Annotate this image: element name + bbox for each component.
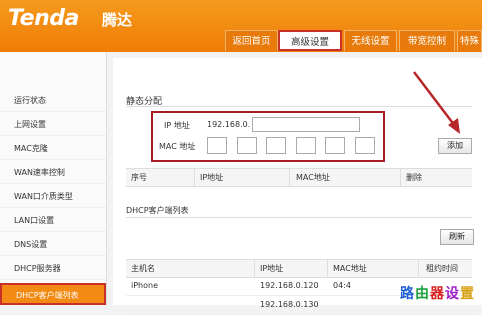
divider (126, 217, 472, 218)
tab-bandwidth-control[interactable]: 带宽控制 (399, 30, 455, 51)
col-hostname: 主机名 (131, 264, 155, 273)
add-button[interactable]: 添加 (438, 138, 472, 154)
brand-name-cn: 腾达 (102, 11, 133, 29)
ip-last-octet-input[interactable] (252, 117, 360, 132)
client-table-header: 主机名 IP地址 MAC地址 租约时间 (126, 259, 472, 278)
sidebar-item-mac-clone[interactable]: MAC克隆 (0, 138, 106, 160)
tab-advanced-settings[interactable]: 高级设置 (278, 30, 342, 51)
col-divider (289, 169, 290, 186)
tenda-logo: Tenda (8, 6, 79, 31)
watermark-char: 由 (415, 286, 429, 302)
row-ip: 192.168.0.130 (260, 300, 319, 309)
mac-octet-5-input[interactable] (325, 137, 345, 154)
client-list-title: DHCP客户端列表 (126, 206, 189, 215)
col-mac: MAC地址 (296, 173, 330, 182)
col-divider (194, 169, 195, 186)
mac-octet-6-input[interactable] (355, 137, 375, 154)
mac-octet-4-input[interactable] (296, 137, 316, 154)
sidebar-item-dhcp-server[interactable]: DHCP服务器 (0, 258, 106, 280)
col-ip: IP地址 (260, 264, 284, 273)
col-divider (418, 260, 419, 277)
sidebar-item-status[interactable]: 运行状态 (0, 90, 106, 112)
static-table-header: 序号 IP地址 MAC地址 删除 (126, 168, 472, 187)
col-mac: MAC地址 (333, 264, 367, 273)
tab-special[interactable]: 特殊 (457, 30, 482, 51)
sidebar-item-wan-settings[interactable]: 上网设置 (0, 114, 106, 136)
col-divider (327, 260, 328, 277)
ip-address-label: IP 地址 (164, 121, 190, 130)
sidebar-item-wan-speed[interactable]: WAN速率控制 (0, 162, 106, 184)
ip-prefix: 192.168.0. (207, 120, 251, 129)
row-hostname: iPhone (131, 281, 159, 290)
col-lease: 租约时间 (426, 264, 458, 273)
watermark: 路由器设置 (399, 283, 474, 303)
col-delete: 删除 (406, 173, 422, 182)
sidebar: 运行状态 上网设置 MAC克隆 WAN速率控制 WAN口介质类型 LAN口设置 … (0, 52, 107, 305)
sidebar-item-wan-media[interactable]: WAN口介质类型 (0, 186, 106, 208)
watermark-char: 路 (400, 286, 414, 302)
row-ip: 192.168.0.120 (260, 281, 319, 290)
col-ip: IP地址 (200, 173, 224, 182)
annotation-arrow-icon (413, 71, 460, 134)
sidebar-item-dhcp-client-list[interactable]: DHCP客户端列表 (0, 283, 106, 305)
mac-address-label: MAC 地址 (159, 142, 196, 151)
mac-octet-3-input[interactable] (266, 137, 286, 154)
refresh-button[interactable]: 刷新 (440, 229, 474, 245)
row-mac: 04:4 (333, 281, 351, 290)
watermark-char: 设 (445, 286, 459, 302)
mac-octet-2-input[interactable] (237, 137, 257, 154)
col-divider (400, 169, 401, 186)
tab-home[interactable]: 返回首页 (225, 30, 278, 51)
header-bar: Tenda 腾达 返回首页 高级设置 无线设置 带宽控制 特殊 (0, 0, 482, 52)
col-divider (254, 260, 255, 277)
mac-octet-1-input[interactable] (207, 137, 227, 154)
watermark-char: 置 (460, 286, 474, 302)
sidebar-item-dns[interactable]: DNS设置 (0, 234, 106, 256)
tab-wireless-settings[interactable]: 无线设置 (344, 30, 397, 51)
sidebar-item-lan-settings[interactable]: LAN口设置 (0, 210, 106, 232)
col-index: 序号 (131, 173, 147, 182)
top-nav-tabs: 返回首页 高级设置 无线设置 带宽控制 特殊 (0, 30, 482, 52)
watermark-char: 器 (430, 286, 444, 302)
